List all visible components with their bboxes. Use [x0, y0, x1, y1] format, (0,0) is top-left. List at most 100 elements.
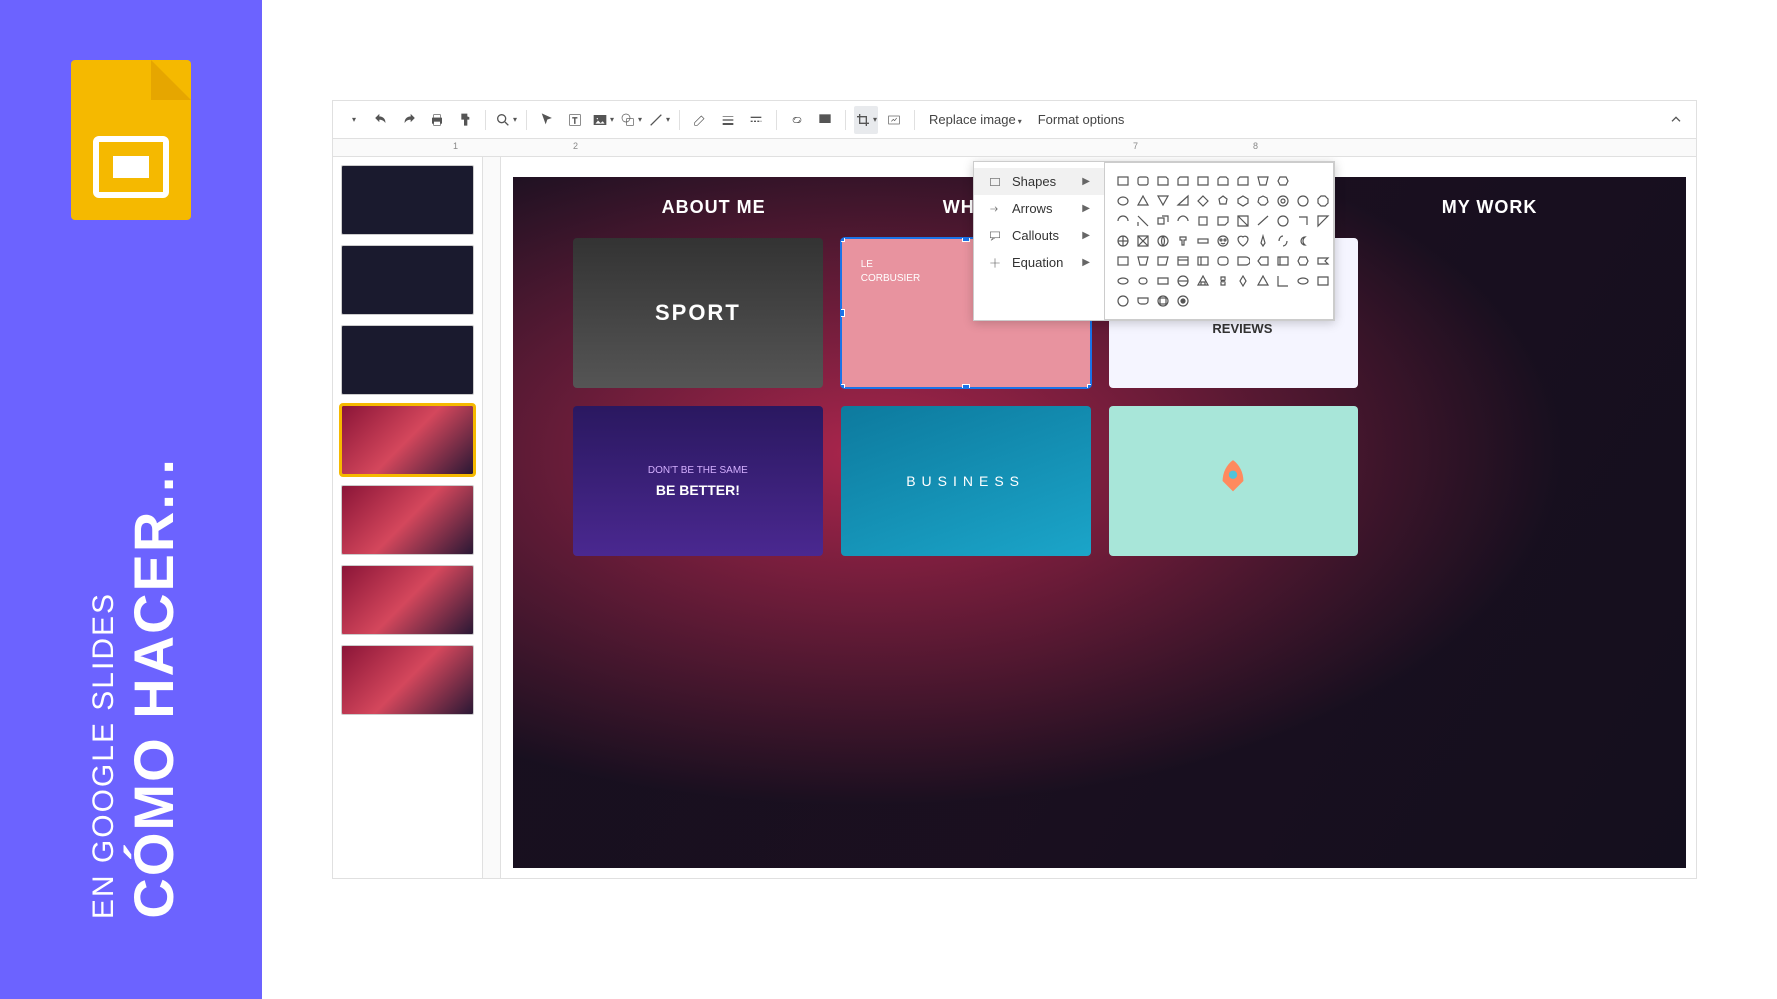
card-startup[interactable]	[1109, 406, 1359, 556]
shape-option-icon[interactable]	[1295, 213, 1311, 229]
shape-option-icon[interactable]	[1275, 253, 1291, 269]
shape-option-icon[interactable]	[1255, 213, 1271, 229]
selection-handle-icon[interactable]	[841, 309, 845, 317]
shape-option-icon[interactable]	[1195, 173, 1211, 189]
shape-option-icon[interactable]	[1215, 253, 1231, 269]
shape-option-icon[interactable]	[1135, 193, 1151, 209]
select-tool-button[interactable]	[535, 106, 559, 134]
tab-my-work[interactable]: MY WORK	[1442, 197, 1538, 218]
shape-option-icon[interactable]	[1155, 233, 1171, 249]
selection-handle-icon[interactable]	[962, 238, 970, 242]
collapse-toolbar-button[interactable]	[1664, 106, 1688, 134]
shape-option-icon[interactable]	[1235, 213, 1251, 229]
menu-item-equation[interactable]: Equation ▶	[974, 249, 1104, 276]
image-button[interactable]: ▾	[591, 106, 615, 134]
shape-option-icon[interactable]	[1155, 173, 1171, 189]
menu-item-callouts[interactable]: Callouts ▶	[974, 222, 1104, 249]
print-button[interactable]	[425, 106, 449, 134]
slide-thumbnail-active[interactable]	[341, 405, 474, 475]
shape-option-icon[interactable]	[1275, 213, 1291, 229]
card-space[interactable]: DON'T BE THE SAME BE BETTER!	[573, 406, 823, 556]
shape-option-icon[interactable]	[1215, 233, 1231, 249]
shape-option-icon[interactable]	[1235, 273, 1251, 289]
selection-handle-icon[interactable]	[841, 238, 845, 242]
shape-option-icon[interactable]	[1215, 173, 1231, 189]
selection-handle-icon[interactable]	[841, 384, 845, 388]
shape-option-icon[interactable]	[1255, 173, 1271, 189]
shape-option-icon[interactable]	[1295, 233, 1311, 249]
shape-option-icon[interactable]	[1275, 173, 1291, 189]
replace-image-button[interactable]: Replace image▾	[923, 112, 1028, 127]
selection-handle-icon[interactable]	[1087, 384, 1091, 388]
shape-option-icon[interactable]	[1195, 213, 1211, 229]
shape-option-icon[interactable]	[1275, 233, 1291, 249]
shape-option-icon[interactable]	[1135, 213, 1151, 229]
textbox-button[interactable]: T	[563, 106, 587, 134]
shape-option-icon[interactable]	[1255, 193, 1271, 209]
shape-option-icon[interactable]	[1175, 233, 1191, 249]
slide-thumbnail[interactable]	[341, 325, 474, 395]
shape-option-icon[interactable]	[1115, 253, 1131, 269]
shape-option-icon[interactable]	[1195, 253, 1211, 269]
border-dash-button[interactable]	[744, 106, 768, 134]
slide-thumbnail[interactable]	[341, 645, 474, 715]
shape-option-icon[interactable]	[1115, 193, 1131, 209]
menu-item-shapes[interactable]: Shapes ▶	[974, 168, 1104, 195]
shape-option-icon[interactable]	[1155, 213, 1171, 229]
shape-option-icon[interactable]	[1115, 273, 1131, 289]
shape-option-icon[interactable]	[1195, 193, 1211, 209]
shape-option-icon[interactable]	[1135, 233, 1151, 249]
shape-option-icon[interactable]	[1175, 213, 1191, 229]
shape-option-icon[interactable]	[1115, 233, 1131, 249]
shape-option-icon[interactable]	[1315, 233, 1331, 249]
shape-option-icon[interactable]	[1195, 273, 1211, 289]
paint-format-button[interactable]	[453, 106, 477, 134]
shape-option-icon[interactable]	[1255, 273, 1271, 289]
shape-option-icon[interactable]	[1255, 253, 1271, 269]
card-sport[interactable]: SPORT	[573, 238, 823, 388]
reset-image-button[interactable]	[882, 106, 906, 134]
shape-option-icon[interactable]	[1195, 233, 1211, 249]
redo-button[interactable]	[397, 106, 421, 134]
shape-option-icon[interactable]	[1295, 253, 1311, 269]
shape-option-icon[interactable]	[1175, 253, 1191, 269]
shape-option-icon[interactable]	[1135, 173, 1151, 189]
shape-option-icon[interactable]	[1175, 293, 1191, 309]
line-button[interactable]: ▾	[647, 106, 671, 134]
shape-option-icon[interactable]	[1235, 253, 1251, 269]
slide-thumbnail[interactable]	[341, 245, 474, 315]
shape-option-icon[interactable]	[1315, 173, 1331, 189]
shape-option-icon[interactable]	[1275, 273, 1291, 289]
format-options-button[interactable]: Format options	[1032, 112, 1131, 127]
shape-option-icon[interactable]	[1215, 213, 1231, 229]
shape-option-icon[interactable]	[1115, 293, 1131, 309]
shape-option-icon[interactable]	[1155, 293, 1171, 309]
shape-option-icon[interactable]	[1135, 293, 1151, 309]
tab-about[interactable]: ABOUT ME	[662, 197, 766, 218]
border-color-button[interactable]	[688, 106, 712, 134]
undo-button[interactable]	[369, 106, 393, 134]
shape-option-icon[interactable]	[1315, 213, 1331, 229]
selection-handle-icon[interactable]	[962, 384, 970, 388]
slide-thumbnail[interactable]	[341, 165, 474, 235]
shape-button[interactable]: ▾	[619, 106, 643, 134]
shape-option-icon[interactable]	[1155, 273, 1171, 289]
card-business[interactable]: BUSINESS	[841, 406, 1091, 556]
shape-option-icon[interactable]	[1175, 193, 1191, 209]
shape-option-icon[interactable]	[1315, 193, 1331, 209]
shape-option-icon[interactable]	[1175, 273, 1191, 289]
shape-option-icon[interactable]	[1235, 193, 1251, 209]
shape-option-icon[interactable]	[1115, 173, 1131, 189]
comment-button[interactable]: +	[813, 106, 837, 134]
crop-shape-menu[interactable]: Shapes ▶ Arrows ▶ Callouts ▶	[973, 161, 1335, 321]
slide-thumbnail[interactable]	[341, 565, 474, 635]
link-button[interactable]	[785, 106, 809, 134]
crop-button[interactable]: ▾	[854, 106, 878, 134]
shape-option-icon[interactable]	[1275, 193, 1291, 209]
shape-option-icon[interactable]	[1175, 173, 1191, 189]
new-slide-button[interactable]: ▾	[341, 106, 365, 134]
shape-option-icon[interactable]	[1115, 213, 1131, 229]
shape-option-icon[interactable]	[1235, 173, 1251, 189]
shape-option-icon[interactable]	[1215, 193, 1231, 209]
shape-option-icon[interactable]	[1295, 273, 1311, 289]
